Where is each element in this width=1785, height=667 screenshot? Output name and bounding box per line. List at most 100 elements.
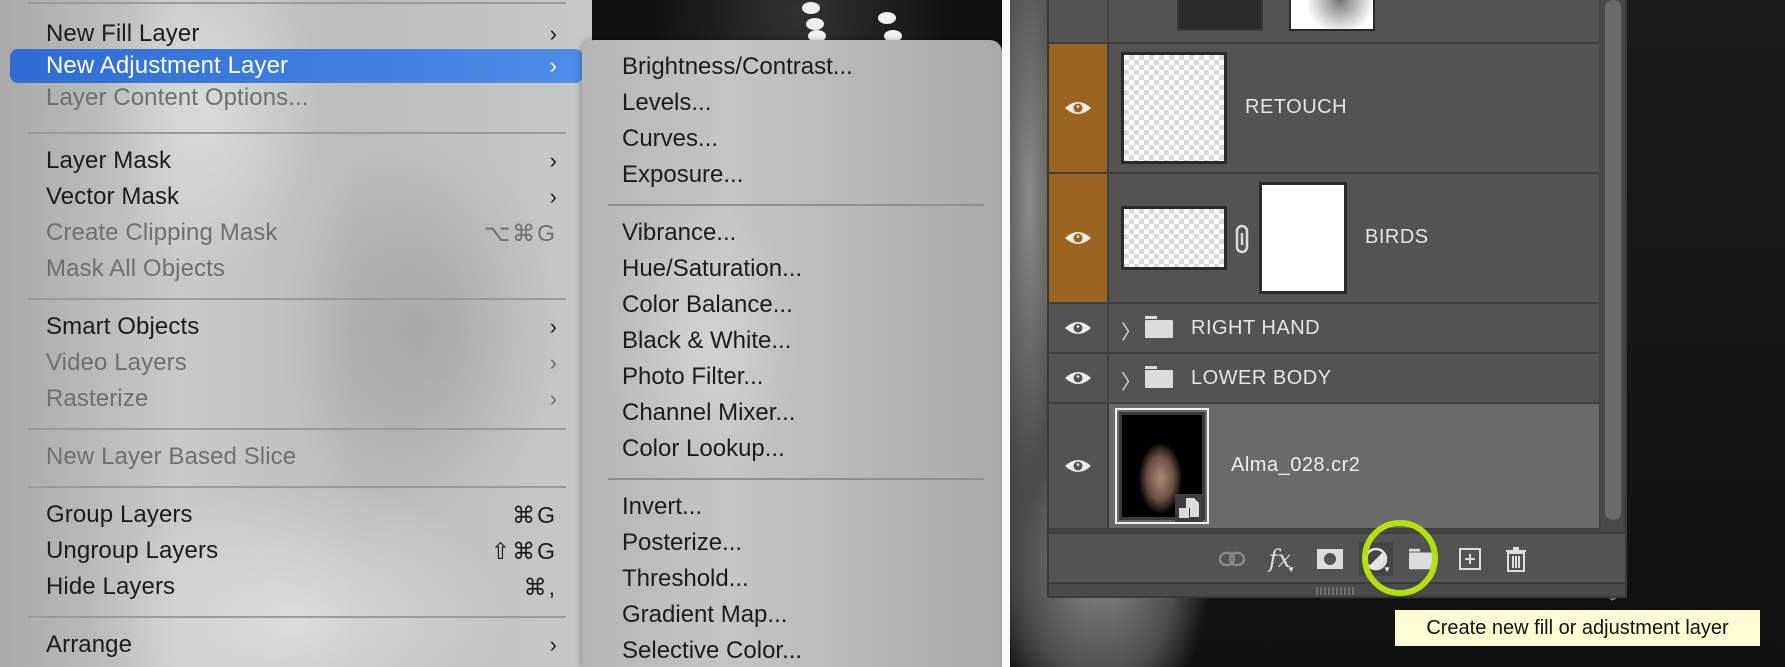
chevron-right-icon: › (549, 314, 557, 339)
menu-item-rasterize: Rasterize › (46, 385, 557, 412)
scrollbar-thumb[interactable] (1605, 0, 1621, 520)
layer-row[interactable] (1049, 0, 1599, 44)
submenu-item-gradient-map[interactable]: Gradient Map... (622, 598, 787, 632)
submenu-item-selective-color[interactable]: Selective Color... (622, 634, 802, 667)
menu-item-layer-content-options: Layer Content Options... (46, 84, 309, 111)
chevron-right-icon: › (549, 184, 557, 209)
submenu-item-levels[interactable]: Levels... (622, 86, 711, 120)
chevron-right-icon: › (549, 21, 557, 46)
submenu-item-invert[interactable]: Invert... (622, 490, 702, 524)
visibility-toggle[interactable] (1049, 174, 1109, 302)
link-layers-button[interactable] (1215, 542, 1249, 576)
layer-row-birds[interactable]: BIRDS (1049, 174, 1599, 304)
resize-grip-icon[interactable] (1316, 587, 1354, 595)
layer-row-right-hand[interactable]: 〉 RIGHT HAND (1049, 304, 1599, 354)
menu-item-smart-objects[interactable]: Smart Objects › (10, 310, 583, 344)
layer-thumbnail (1177, 0, 1263, 31)
smart-object-icon (1175, 494, 1203, 522)
delete-layer-button[interactable] (1499, 542, 1533, 576)
eye-icon (1065, 322, 1091, 334)
layer-menu: New Fill Layer › New Adjustment Layer › … (0, 0, 592, 667)
layer-mask-thumbnail (1289, 0, 1375, 31)
eye-icon (1065, 232, 1091, 244)
mask-icon (1317, 549, 1343, 569)
layer-thumbnail (1121, 206, 1227, 270)
submenu-item-black-white[interactable]: Black & White... (622, 324, 791, 358)
layers-panel: RETOUCH BIRDS 〉 RIGHT HAND 〉 LOWER BODY (1047, 0, 1627, 598)
chevron-right-icon: › (549, 148, 557, 173)
menu-item-arrange[interactable]: Arrange › (10, 628, 583, 662)
adjustment-layer-submenu: Brightness/Contrast... Levels... Curves.… (582, 40, 1002, 667)
menu-separator (28, 298, 566, 300)
menu-item-vector-mask[interactable]: Vector Mask › (10, 180, 583, 214)
visibility-toggle[interactable] (1049, 304, 1109, 352)
submenu-item-photo-filter[interactable]: Photo Filter... (622, 360, 763, 394)
submenu-item-posterize[interactable]: Posterize... (622, 526, 742, 560)
mask-link-icon[interactable] (1235, 224, 1249, 254)
shortcut-label: ⇧⌘G (490, 537, 557, 564)
expand-chevron-icon[interactable]: 〉 (1121, 316, 1141, 345)
menu-separator (28, 486, 566, 488)
submenu-item-color-lookup[interactable]: Color Lookup... (622, 432, 785, 466)
submenu-item-color-balance[interactable]: Color Balance... (622, 288, 793, 322)
add-layer-mask-button[interactable] (1313, 542, 1347, 576)
menu-item-video-layers: Video Layers › (46, 349, 557, 376)
add-layer-style-button[interactable]: fx ▼ (1263, 542, 1297, 576)
menu-separator (608, 478, 984, 480)
menu-item-layer-mask[interactable]: Layer Mask › (10, 144, 583, 178)
menu-item-create-clipping-mask: Create Clipping Mask ⌥⌘G (46, 219, 557, 246)
menu-separator (28, 428, 566, 430)
dropdown-caret-icon: ▼ (1383, 565, 1391, 574)
canvas-image (592, 0, 1012, 42)
new-layer-icon (1459, 548, 1481, 570)
tooltip: Create new fill or adjustment layer (1395, 610, 1760, 646)
visibility-toggle[interactable] (1049, 44, 1109, 172)
folder-icon (1145, 316, 1173, 338)
layer-row-alma[interactable]: Alma_028.cr2 (1049, 404, 1599, 530)
link-icon (1218, 551, 1246, 567)
submenu-item-curves[interactable]: Curves... (622, 122, 718, 156)
chevron-right-icon: › (549, 632, 557, 657)
menu-item-mask-all-objects: Mask All Objects (46, 255, 225, 282)
submenu-item-hue-saturation[interactable]: Hue/Saturation... (622, 252, 802, 286)
layers-panel-footer: fx ▼ ▼ (1049, 532, 1625, 582)
menu-separator (28, 132, 566, 134)
chevron-right-icon: › (549, 53, 557, 78)
visibility-toggle[interactable] (1049, 354, 1109, 402)
menu-item-ungroup-layers[interactable]: Ungroup Layers ⇧⌘G (10, 534, 583, 568)
menu-separator (28, 616, 566, 618)
submenu-item-threshold[interactable]: Threshold... (622, 562, 749, 596)
submenu-item-vibrance[interactable]: Vibrance... (622, 216, 736, 250)
menu-item-new-layer-based-slice: New Layer Based Slice (46, 443, 297, 470)
panel-resize-bar[interactable] (1049, 582, 1625, 596)
create-fill-adjustment-layer-button[interactable]: ▼ (1359, 542, 1393, 576)
dropdown-caret-icon: ▼ (1287, 565, 1295, 574)
submenu-item-channel-mixer[interactable]: Channel Mixer... (622, 396, 795, 430)
expand-chevron-icon[interactable]: 〉 (1121, 366, 1141, 395)
layer-mask-thumbnail[interactable] (1259, 182, 1347, 294)
submenu-item-brightness-contrast[interactable]: Brightness/Contrast... (622, 50, 853, 84)
folder-icon (1409, 548, 1435, 570)
folder-icon (1145, 366, 1173, 388)
menu-item-hide-layers[interactable]: Hide Layers ⌘, (10, 570, 583, 604)
visibility-toggle[interactable] (1049, 404, 1109, 528)
chevron-right-icon: › (549, 350, 557, 375)
shortcut-label: ⌘, (523, 573, 557, 600)
menu-separator (608, 204, 984, 206)
layers-scrollbar[interactable] (1601, 0, 1623, 530)
shortcut-label: ⌥⌘G (483, 219, 557, 246)
shortcut-label: ⌘G (512, 501, 557, 528)
menu-item-group-layers[interactable]: Group Layers ⌘G (10, 498, 583, 532)
menu-item-new-adjustment-layer[interactable]: New Adjustment Layer › (10, 49, 583, 83)
layer-row-retouch[interactable]: RETOUCH (1049, 44, 1599, 174)
layer-row-lower-body[interactable]: 〉 LOWER BODY (1049, 354, 1599, 404)
submenu-item-exposure[interactable]: Exposure... (622, 158, 743, 192)
chevron-right-icon: › (549, 386, 557, 411)
menu-item-new-fill-layer[interactable]: New Fill Layer › (10, 17, 583, 51)
layer-thumbnail (1121, 52, 1227, 164)
eye-icon (1065, 102, 1091, 114)
create-group-button[interactable] (1405, 542, 1439, 576)
trash-icon (1506, 547, 1526, 572)
create-new-layer-button[interactable] (1453, 542, 1487, 576)
eye-icon (1065, 372, 1091, 384)
